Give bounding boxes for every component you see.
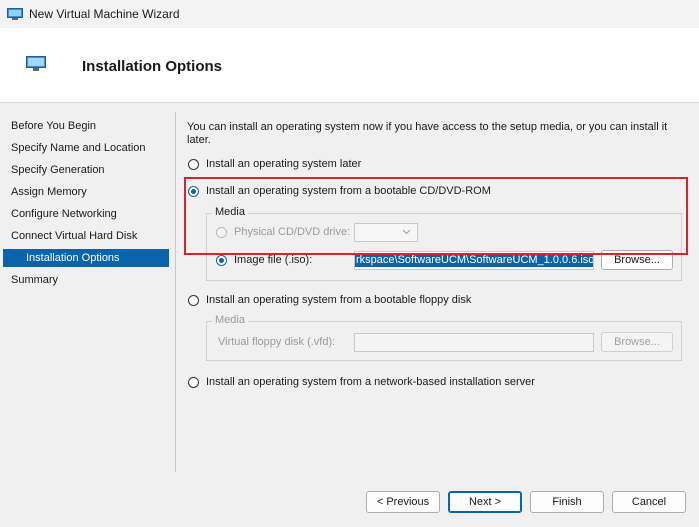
wizard-steps: Before You Begin Specify Name and Locati… bbox=[0, 103, 176, 527]
install-floppy-radio[interactable] bbox=[188, 295, 199, 306]
image-file-value: rkspace\SoftwareUCM\SoftwareUCM_1.0.0.6.… bbox=[355, 253, 594, 267]
title-bar: New Virtual Machine Wizard bbox=[0, 0, 699, 28]
floppy-file-label: Virtual floppy disk (.vfd): bbox=[218, 336, 336, 348]
page-title: Installation Options bbox=[82, 58, 223, 75]
browse-vfd-button[interactable]: Browse... bbox=[601, 332, 673, 352]
step-installation-options[interactable]: Installation Options bbox=[3, 249, 169, 267]
step-before-you-begin[interactable]: Before You Begin bbox=[11, 117, 96, 135]
image-file-radio[interactable] bbox=[216, 255, 227, 266]
step-specify-name-and-location[interactable]: Specify Name and Location bbox=[11, 139, 146, 157]
virtual-machine-icon bbox=[7, 7, 23, 21]
media-legend: Media bbox=[212, 314, 248, 326]
install-network-radio[interactable] bbox=[188, 377, 199, 388]
footer: < Previous Next > Finish Cancel bbox=[0, 473, 699, 527]
image-file-label: Image file (.iso): bbox=[234, 254, 313, 266]
step-assign-memory[interactable]: Assign Memory bbox=[11, 183, 87, 201]
step-label: Installation Options bbox=[26, 252, 120, 264]
wizard-header: Installation Options bbox=[0, 28, 699, 103]
finish-button[interactable]: Finish bbox=[530, 491, 604, 513]
virtual-machine-icon bbox=[26, 56, 46, 72]
next-button[interactable]: Next > bbox=[448, 491, 522, 513]
highlight-box bbox=[184, 177, 688, 255]
step-configure-networking[interactable]: Configure Networking bbox=[11, 205, 117, 223]
previous-button[interactable]: < Previous bbox=[366, 491, 440, 513]
install-network-label[interactable]: Install an operating system from a netwo… bbox=[206, 376, 535, 388]
step-summary[interactable]: Summary bbox=[11, 271, 58, 289]
install-floppy-label[interactable]: Install an operating system from a boota… bbox=[206, 294, 471, 306]
cancel-button[interactable]: Cancel bbox=[612, 491, 686, 513]
step-connect-virtual-hard-disk[interactable]: Connect Virtual Hard Disk bbox=[11, 227, 137, 245]
install-later-radio[interactable] bbox=[188, 159, 199, 170]
intro-text: You can install an operating system now … bbox=[187, 121, 668, 146]
window-title: New Virtual Machine Wizard bbox=[29, 7, 180, 21]
floppy-file-input[interactable] bbox=[354, 333, 594, 352]
step-specify-generation[interactable]: Specify Generation bbox=[11, 161, 105, 179]
main-panel: You can install an operating system now … bbox=[176, 103, 699, 473]
install-later-label[interactable]: Install an operating system later bbox=[206, 158, 361, 170]
